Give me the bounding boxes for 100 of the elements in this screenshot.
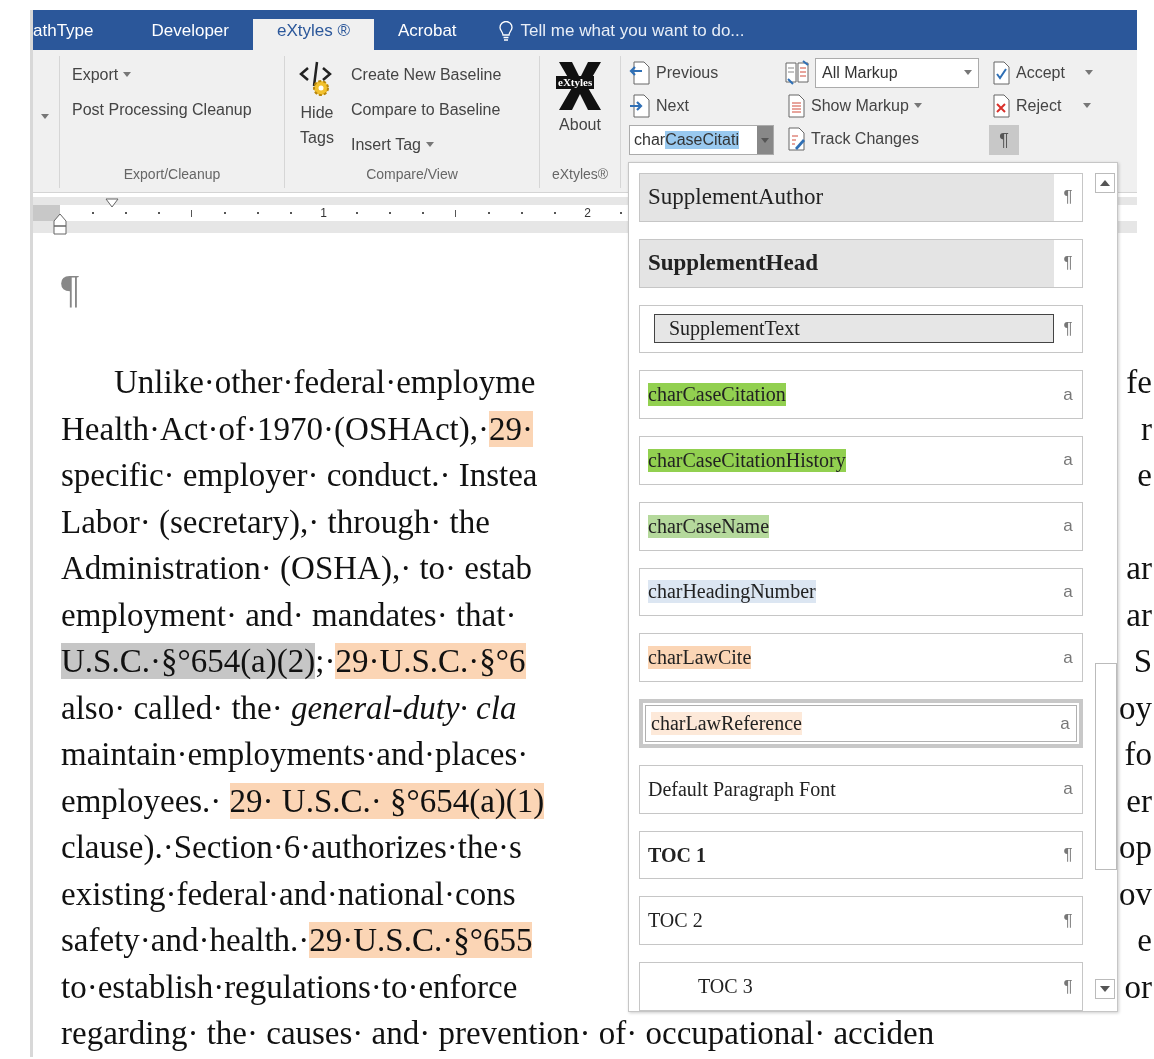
- style-name: charLawReference: [651, 712, 802, 735]
- previous-icon: [629, 60, 651, 85]
- document-text: op: [1119, 828, 1153, 867]
- scrollbar-thumb[interactable]: [1095, 663, 1117, 870]
- ribbon-tab[interactable]: eXtyles ®: [253, 19, 374, 50]
- document-text: employment· and· mandates· that·: [61, 595, 517, 635]
- previous-button[interactable]: Previous: [629, 59, 774, 86]
- style-item[interactable]: TOC 2 ¶: [639, 896, 1083, 946]
- ribbon-button[interactable]: Compare to Baseline: [351, 96, 502, 123]
- hide-tags-button[interactable]: Hide Tags: [293, 56, 341, 166]
- caret-icon: [425, 142, 434, 147]
- style-name: TOC 2: [648, 909, 703, 933]
- character-mark: a: [1063, 516, 1073, 537]
- document-text: e: [1137, 456, 1153, 495]
- ribbon-button[interactable]: Export: [72, 61, 252, 88]
- paragraph-mark: ¶: [1063, 253, 1073, 274]
- style-name: charCaseCitationHistory: [648, 448, 846, 472]
- style-item[interactable]: Default Paragraph Font a: [639, 764, 1083, 814]
- logo-text: eXtyles: [556, 76, 595, 89]
- caret-icon: [1083, 103, 1092, 108]
- document-text: clause).·Section·6·authorizes·the·s: [61, 828, 522, 867]
- markup-icon: [784, 59, 810, 86]
- scroll-up-button[interactable]: [1095, 173, 1115, 193]
- next-icon: [629, 93, 651, 118]
- style-item[interactable]: charCaseName a: [639, 501, 1083, 551]
- up-arrow-icon: [1100, 180, 1110, 186]
- document-text: or: [1124, 967, 1153, 1007]
- paragraph-mark: ¶: [1063, 318, 1073, 339]
- paragraph-mark: ¶: [1063, 845, 1073, 866]
- track-changes-button[interactable]: Track Changes: [784, 125, 979, 152]
- style-name: TOC 1: [648, 843, 706, 867]
- down-arrow-icon: [1100, 986, 1110, 992]
- tell-me-field[interactable]: Tell me what you want to do...: [520, 21, 745, 41]
- document-text: fe: [1126, 363, 1153, 402]
- document-text: Labor· (secretary),· through· the: [61, 502, 490, 542]
- document-text: ar: [1126, 595, 1153, 635]
- style-item[interactable]: TOC 3 ¶: [639, 962, 1083, 1011]
- document-text: er: [1126, 781, 1153, 821]
- document-text: ar: [1126, 549, 1153, 588]
- ribbon-button[interactable]: Post Processing Cleanup: [72, 96, 252, 123]
- lightbulb-icon: [498, 21, 513, 41]
- paragraph-mark: ¶: [61, 266, 80, 311]
- caret-icon: [964, 70, 972, 75]
- ribbon-tab[interactable]: Acrobat: [374, 19, 481, 50]
- character-mark: a: [1060, 713, 1070, 734]
- document-text: to·establish·regulations·to·enforce: [61, 967, 518, 1007]
- style-item[interactable]: charHeadingNumber a: [639, 567, 1083, 617]
- style-name: charHeadingNumber: [648, 580, 816, 604]
- show-markup-button[interactable]: Show Markup: [784, 92, 979, 119]
- character-mark: a: [1063, 647, 1073, 668]
- document-text: Unlike·other·federal·employme: [113, 363, 536, 402]
- style-item[interactable]: SupplementHead ¶: [639, 238, 1083, 288]
- accept-button[interactable]: Accept: [989, 59, 1093, 86]
- ribbon-button[interactable]: Insert Tag: [351, 131, 502, 158]
- markup-dropdown[interactable]: All Markup: [815, 57, 979, 88]
- formatting-marks-button[interactable]: ¶: [989, 125, 1019, 155]
- document-text: e: [1137, 921, 1153, 960]
- style-name: charCaseName: [648, 514, 770, 538]
- ruler-margin: [33, 205, 60, 221]
- paragraph-mark: ¶: [1063, 910, 1073, 931]
- document-text: Health·Act·of·1970·(OSHAct),·29·: [61, 409, 533, 449]
- style-name: charCaseCitation: [648, 383, 786, 407]
- style-item[interactable]: charCaseCitation a: [639, 370, 1083, 420]
- caret-icon: [1084, 70, 1093, 75]
- group-label: Compare/View: [365, 166, 459, 184]
- ribbon-tab[interactable]: athType: [33, 19, 128, 50]
- style-item[interactable]: TOC 1 ¶: [639, 830, 1083, 880]
- document-text: fo: [1124, 735, 1153, 774]
- style-item[interactable]: SupplementText ¶: [639, 304, 1083, 354]
- style-item[interactable]: SupplementAuthor ¶: [639, 173, 1083, 222]
- style-item[interactable]: charLawReference a: [639, 699, 1083, 748]
- paragraph-mark: ¶: [1063, 187, 1073, 208]
- style-item[interactable]: charCaseCitationHistory a: [639, 436, 1083, 485]
- ribbon-button[interactable]: Create New Baseline: [351, 61, 502, 88]
- document-text: S: [1133, 642, 1153, 681]
- character-mark: a: [1063, 450, 1073, 471]
- style-name: charLawCite: [648, 646, 752, 670]
- caret-icon: [913, 103, 922, 108]
- group-label: Export/Cleanup: [122, 166, 222, 184]
- paragraph-mark: ¶: [1063, 976, 1073, 997]
- next-button[interactable]: Next: [629, 92, 774, 119]
- document-text: Administration· (OSHA),· to· estab: [61, 549, 533, 588]
- style-name: SupplementHead: [648, 250, 818, 277]
- style-name: TOC 3: [698, 975, 753, 999]
- style-field[interactable]: charCaseCitati: [629, 125, 774, 155]
- scroll-down-button[interactable]: [1095, 979, 1115, 999]
- caret-icon: [41, 114, 49, 119]
- document-text: maintain·employments·and·places·: [61, 735, 529, 774]
- about-button[interactable]: eXtyles About: [556, 56, 604, 166]
- indent-marker-icon[interactable]: [105, 198, 119, 208]
- ribbon-tab[interactable]: Developer: [127, 19, 253, 50]
- document-text: oy: [1119, 688, 1153, 728]
- reject-button[interactable]: Reject: [989, 92, 1093, 119]
- document-text: also· called· the· general-duty· cla: [61, 688, 517, 728]
- style-item[interactable]: charLawCite a: [639, 633, 1083, 683]
- character-mark: a: [1063, 384, 1073, 405]
- character-mark: a: [1063, 779, 1073, 800]
- group-label: eXtyles®: [550, 166, 610, 184]
- document-text: r: [1141, 409, 1153, 449]
- document-text: existing·federal·and·national·cons: [61, 874, 516, 914]
